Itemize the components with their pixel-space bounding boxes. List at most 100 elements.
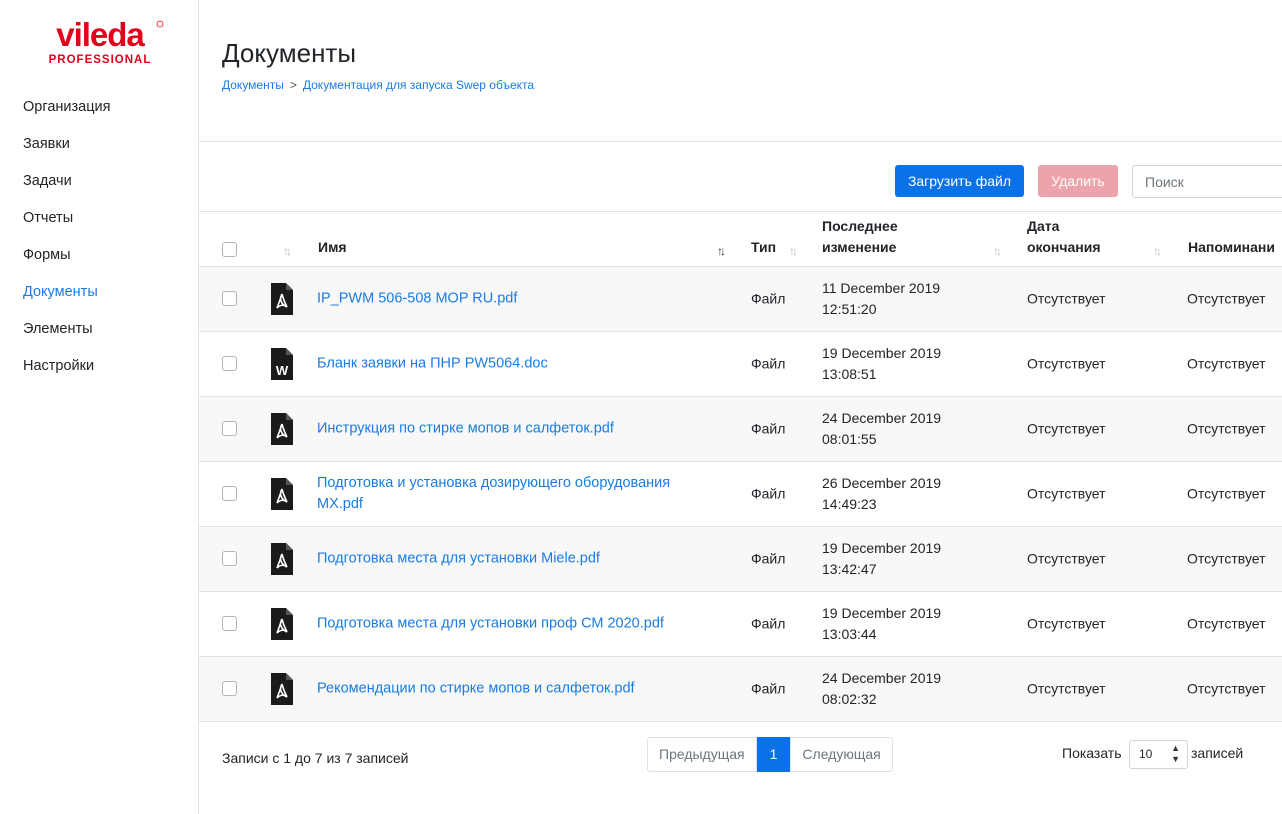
page-length-label: Показать [1062, 745, 1122, 761]
end-date: Отсутствует [1027, 680, 1106, 697]
sort-icon[interactable]: ↑↓ [283, 244, 292, 258]
file-name-link[interactable]: Подготовка места для установки Miele.pdf [317, 549, 717, 570]
end-date: Отсутствует [1027, 550, 1106, 567]
page-length-select[interactable]: 10 ▲ ▼ [1129, 740, 1188, 769]
page-button-current[interactable]: 1 [756, 737, 791, 772]
row-checkbox[interactable] [222, 681, 237, 696]
search-input[interactable] [1132, 165, 1282, 198]
modified-date: 19 December 2019 [822, 605, 942, 621]
file-type: Файл [751, 615, 786, 632]
file-type: Файл [751, 290, 786, 307]
breadcrumb-separator: > [289, 78, 297, 92]
reminder: Отсутствует [1187, 420, 1266, 437]
modified-date: 24 December 2019 [822, 410, 942, 426]
column-header-modified[interactable]: Последнее изменение [822, 216, 932, 258]
file-name-link[interactable]: Рекомендации по стирке мопов и салфеток.… [317, 679, 717, 700]
file-type: Файл [751, 420, 786, 437]
modified-datetime: 26 December 2019 14:49:23 [822, 473, 962, 515]
reminder: Отсутствует [1187, 550, 1266, 567]
row-checkbox[interactable] [222, 551, 237, 566]
file-name-link[interactable]: IP_PWM 506-508 MOP RU.pdf [317, 289, 717, 310]
end-date: Отсутствует [1027, 485, 1106, 502]
page-header: Документы Документы > Документация для зап… [199, 0, 1282, 142]
column-header-name[interactable]: Имя [318, 237, 347, 258]
breadcrumb: Документы > Документация для запуска Swep … [222, 78, 534, 92]
modified-time: 13:03:44 [822, 626, 877, 642]
end-date: Отсутствует [1027, 615, 1106, 632]
sidebar-item-tasks[interactable]: Задачи [23, 169, 110, 206]
modified-datetime: 24 December 2019 08:01:55 [822, 408, 962, 450]
sidebar-item-organization[interactable]: Организация [23, 95, 110, 132]
sort-icon[interactable]: ↑↓ [1153, 244, 1162, 258]
prev-page-button[interactable]: Предыдущая [647, 737, 757, 772]
modified-time: 13:08:51 [822, 366, 877, 382]
sidebar-nav: Организация Заявки Задачи Отчеты Формы Д… [23, 95, 110, 391]
next-page-button[interactable]: Следующая [790, 737, 893, 772]
column-header-end-date[interactable]: Дата окончания [1027, 216, 1127, 258]
modified-time: 13:42:47 [822, 561, 877, 577]
end-date: Отсутствует [1027, 355, 1106, 372]
modified-date: 26 December 2019 [822, 475, 942, 491]
file-name-link[interactable]: Инструкция по стирке мопов и салфеток.pd… [317, 419, 717, 440]
table-row: Подготовка места для установки проф СМ 2… [199, 592, 1282, 657]
reminder: Отсутствует [1187, 680, 1266, 697]
delete-button[interactable]: Удалить [1038, 165, 1118, 197]
row-checkbox[interactable] [222, 486, 237, 501]
sort-icon[interactable]: ↑↓ [789, 244, 798, 258]
pagination: Предыдущая 1 Следующая [647, 737, 893, 772]
sort-asc-icon[interactable]: ↑↓ [717, 244, 726, 258]
table-row: Подготовка места для установки Miele.pdf… [199, 527, 1282, 592]
column-header-reminder[interactable]: Напоминани [1188, 237, 1275, 258]
page-length-suffix: записей [1191, 745, 1244, 761]
pdf-icon [271, 283, 293, 315]
row-checkbox[interactable] [222, 616, 237, 631]
modified-datetime: 19 December 2019 13:42:47 [822, 538, 962, 580]
breadcrumb-item-documents[interactable]: Документы [222, 78, 284, 92]
column-header-type[interactable]: Тип [751, 237, 776, 258]
select-arrows-icon: ▲ ▼ [1171, 743, 1180, 764]
select-all-checkbox[interactable] [222, 242, 237, 257]
modified-time: 08:01:55 [822, 431, 877, 447]
modified-date: 19 December 2019 [822, 540, 942, 556]
row-checkbox[interactable] [222, 356, 237, 371]
file-type: Файл [751, 485, 786, 502]
reminder: Отсутствует [1187, 485, 1266, 502]
file-name-link[interactable]: Бланк заявки на ПНР PW5064.doc [317, 354, 717, 375]
file-type: Файл [751, 355, 786, 372]
modified-datetime: 19 December 2019 13:08:51 [822, 343, 962, 385]
file-name-link[interactable]: Подготовка места для установки проф СМ 2… [317, 614, 717, 635]
sidebar-item-forms[interactable]: Формы [23, 243, 110, 280]
file-name-link[interactable]: Подготовка и установка дозирующего обору… [317, 473, 717, 515]
svg-text:vileda: vileda [56, 16, 145, 53]
sidebar-item-settings[interactable]: Настройки [23, 354, 110, 391]
file-type: Файл [751, 680, 786, 697]
table-row: IP_PWM 506-508 MOP RU.pdf Файл 11 December… [199, 267, 1282, 332]
pdf-icon [271, 673, 293, 705]
pdf-icon [271, 608, 293, 640]
row-checkbox[interactable] [222, 421, 237, 436]
table-body: IP_PWM 506-508 MOP RU.pdf Файл 11 December… [199, 267, 1282, 722]
vileda-logo[interactable]: vileda PROFESSIONAL [36, 10, 164, 68]
modified-time: 08:02:32 [822, 691, 877, 707]
sidebar: vileda PROFESSIONAL Организация Заявки З… [0, 0, 199, 814]
sidebar-item-documents[interactable]: Документы [23, 280, 110, 317]
sidebar-item-reports[interactable]: Отчеты [23, 206, 110, 243]
table-row: W Бланк заявки на ПНР PW5064.doc Файл 19 De… [199, 332, 1282, 397]
toolbar: Загрузить файл Удалить [199, 142, 1282, 212]
documents-table: ↑↓ Имя ↑↓ Тип ↑↓ Последнее изменение ↑↓ … [199, 212, 1282, 722]
reminder: Отсутствует [1187, 355, 1266, 372]
modified-date: 11 December 2019 [822, 280, 941, 296]
table-row: Подготовка и установка дозирующего обору… [199, 462, 1282, 527]
end-date: Отсутствует [1027, 290, 1106, 307]
table-row: Рекомендации по стирке мопов и салфеток.… [199, 657, 1282, 722]
svg-text:PROFESSIONAL: PROFESSIONAL [49, 54, 152, 66]
row-checkbox[interactable] [222, 291, 237, 306]
upload-file-button[interactable]: Загрузить файл [895, 165, 1024, 197]
sort-icon[interactable]: ↑↓ [993, 244, 1002, 258]
modified-date: 19 December 2019 [822, 345, 942, 361]
sidebar-item-requests[interactable]: Заявки [23, 132, 110, 169]
breadcrumb-item-current[interactable]: Документация для запуска Swep объекта [303, 78, 534, 92]
word-icon: W [271, 348, 293, 380]
modified-time: 14:49:23 [822, 496, 877, 512]
sidebar-item-elements[interactable]: Элементы [23, 317, 110, 354]
